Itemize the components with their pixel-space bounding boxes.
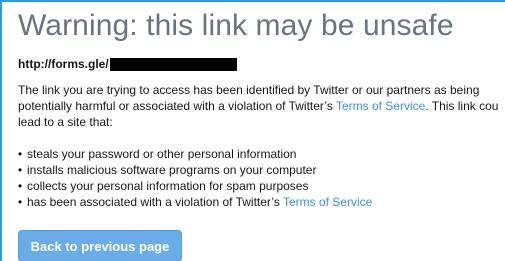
redacted-url-block	[109, 57, 237, 71]
bullet-icon: •	[18, 147, 23, 161]
terms-of-service-link[interactable]: Terms of Service	[336, 99, 425, 113]
warning-paragraph: The link you are trying to access has be…	[18, 82, 505, 130]
risk-list: • steals your password or other personal …	[18, 146, 505, 210]
unsafe-url: http://forms.gle/	[18, 56, 505, 72]
paragraph-line-2-text: potentially harmful or associated with a…	[18, 99, 336, 113]
bullet-icon: •	[18, 195, 23, 209]
bullet-icon: •	[18, 179, 23, 193]
page-title: Warning: this link may be unsafe	[18, 9, 454, 42]
warning-content: Warning: this link may be unsafe http://…	[18, 2, 505, 210]
terms-of-service-link-2[interactable]: Terms of Service	[283, 195, 372, 209]
list-item-text: has been associated with a violation of …	[27, 195, 283, 209]
back-to-previous-page-button[interactable]: Back to previous page	[18, 230, 182, 261]
paragraph-line-3: lead to a site that:	[18, 115, 113, 129]
paragraph-line-1: The link you are trying to access has be…	[18, 83, 480, 97]
list-item: • steals your password or other personal …	[18, 146, 505, 162]
list-item: • collects your personal information for …	[18, 178, 505, 194]
paragraph-line-2: potentially harmful or associated with a…	[18, 98, 505, 114]
warning-frame: Warning: this link may be unsafe http://…	[0, 0, 505, 261]
list-item-text: collects your personal information for s…	[27, 179, 309, 193]
bullet-icon: •	[18, 163, 23, 177]
list-item: • has been associated with a violation of…	[18, 194, 505, 210]
list-item-text: steals your password or other personal i…	[27, 147, 297, 161]
url-text: http://forms.gle/	[18, 57, 109, 71]
list-item: • installs malicious software programs on…	[18, 162, 505, 178]
paragraph-line-2-tail: . This link cou	[425, 99, 499, 113]
list-item-text: installs malicious software programs on …	[27, 163, 317, 177]
